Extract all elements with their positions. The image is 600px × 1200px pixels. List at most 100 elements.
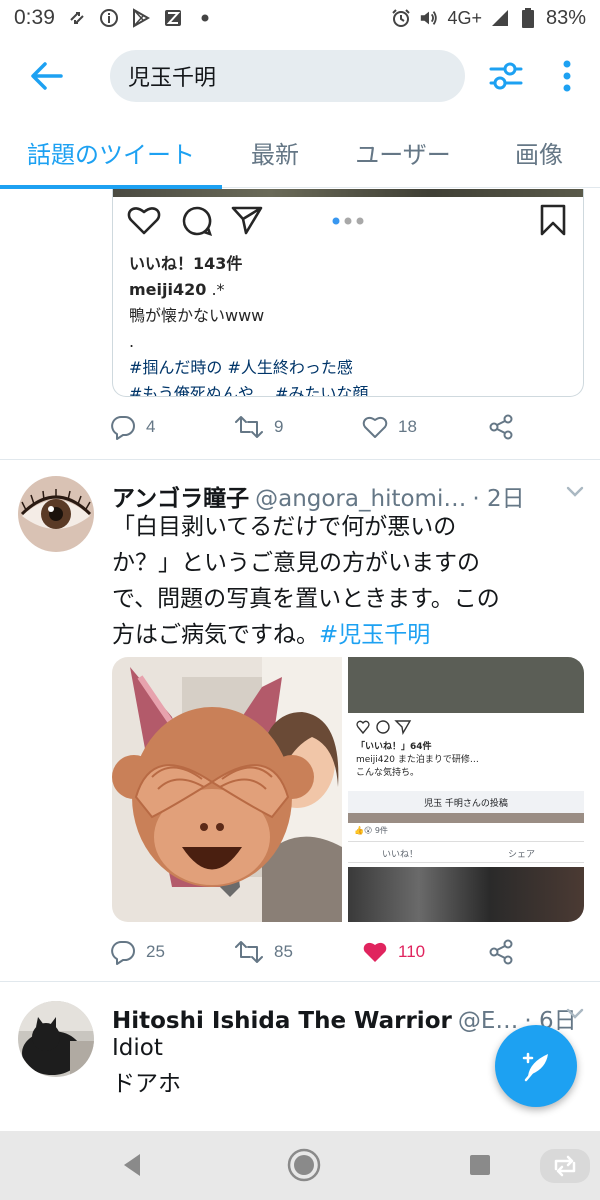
share-icon [489,414,513,440]
right-photo-caption1: meiji420 また泊まりで研修… [356,755,479,765]
reply-icon [111,941,135,965]
tweet-menu-button[interactable] [564,480,586,502]
tweet-time: · 2日 [472,486,525,512]
tweet-media[interactable]: 「いいね！」64件 meiji420 また泊まりで研修… こんな気持ち。 児玉 … [112,657,584,922]
instagram-username: meiji420 [129,280,207,299]
search-input[interactable]: 児玉千明 [110,50,465,102]
tweet-actions: 25 85 110 [110,936,590,968]
search-tabs: 話題のツイート 最新 ユーザー 画像 [0,116,600,189]
comment-icon [182,206,213,237]
like-button[interactable]: 18 [362,411,417,443]
like-button[interactable]: 110 [362,936,425,968]
tweet-text-line: で、問題の写真を置いときます。この [112,586,500,612]
battery-percent: 83% [545,6,586,29]
tab-top-tweets[interactable]: 話題のツイート [0,116,222,189]
tweet-divider [0,981,600,982]
more-notifications-dot-icon [195,8,215,28]
carousel-dots-icon [332,217,364,225]
search-header: 児玉千明 [0,36,600,116]
nav-rotate-button[interactable] [540,1149,590,1183]
tweet-text-line: 「白目剥いてるだけで何が悪いの [112,514,457,540]
play-store-icon [131,8,151,28]
right-photo-icons [356,720,412,735]
reply-icon [111,416,135,440]
right-photo-caption2: こんな気持ち。 [356,768,420,778]
instagram-likes: いいね！143件 [129,254,243,273]
avatar[interactable] [18,1001,94,1077]
retweet-icon [235,941,263,963]
instagram-embed-card[interactable]: いいね！143件 meiji420 .* 鴨が懐かないwww . #掴んだ時の … [112,189,584,397]
sync-icon [67,8,87,28]
share-button[interactable] [488,411,514,443]
reply-count: 4 [146,417,156,436]
status-bar: 0:39 4G+ 83% [0,0,600,36]
right-photo-fb-title: 児玉 千明さんの投稿 [424,798,508,809]
like-count: 18 [398,417,417,436]
tweet-header: アンゴラ瞳子 @angora_hitomi… · 2日 [112,479,525,513]
home-circle-icon [287,1148,321,1182]
instagram-username-suffix: .* [211,280,225,299]
compose-tweet-button[interactable] [495,1025,577,1107]
chevron-down-icon [566,486,584,497]
right-photo-reactions: 👍😮 9件 [354,826,388,835]
tweet-text-line: ドアホ [112,1071,181,1097]
right-photo-likes: 「いいね！」64件 [356,742,432,752]
vertical-ellipsis-icon [563,60,571,92]
tweet-menu-button[interactable] [564,1002,586,1024]
media-photo-left[interactable] [112,657,342,922]
instagram-caption: いいね！143件 meiji420 .* 鴨が懐かないwww . #掴んだ時の … [129,251,369,397]
app-notification-icon [163,8,183,28]
tweet-divider [0,459,600,460]
system-navigation-bar [0,1131,600,1200]
tweet-text-line: 方はご病気ですね。 [112,622,319,648]
retweet-button[interactable]: 85 [234,936,293,968]
media-photo-right[interactable]: 「いいね！」64件 meiji420 また泊まりで研修… こんな気持ち。 児玉 … [348,657,584,922]
author-name[interactable]: アンゴラ瞳子 [112,479,249,513]
reply-button[interactable]: 25 [110,936,165,968]
heart-outline-icon [127,207,161,235]
search-filter-button[interactable] [488,58,524,94]
tweet-feed[interactable]: いいね！143件 meiji420 .* 鴨が懐かないwww . #掴んだ時の … [0,189,600,1131]
hashtag-link[interactable]: #児玉千明 [319,622,430,648]
avatar-cat-image [18,1001,94,1077]
embed-photo-edge [113,189,583,197]
right-photo-ground [348,657,584,713]
reply-count: 25 [146,942,165,961]
compose-feather-icon [522,1052,548,1082]
share-button[interactable] [488,936,514,968]
battery-icon [518,8,538,28]
avatar-eye-image [18,476,94,552]
nav-back-button[interactable] [114,1147,150,1183]
nav-recents-button[interactable] [462,1147,498,1183]
send-icon [231,206,263,235]
instagram-tags-2: #もう俺死ぬんや… #みたいな顔 [129,384,369,397]
tab-users[interactable]: ユーザー [328,116,478,188]
tab-images[interactable]: 画像 [478,116,600,188]
recents-square-icon [470,1155,490,1175]
instagram-caption-text: 鴨が懐かないwww [129,306,265,325]
tweet-text-line: か？」というご意見の方がいますの [112,550,480,576]
volume-icon [419,8,439,28]
tab-latest[interactable]: 最新 [222,116,328,188]
avatar[interactable] [18,476,94,552]
right-photo-fb-header: 児玉 千明さんの投稿 [348,791,584,813]
reply-button[interactable]: 4 [110,411,155,443]
alarm-icon [391,8,411,28]
more-options-button[interactable] [552,56,582,96]
sliders-icon [489,62,523,90]
heart-filled-icon [363,942,387,962]
bookmark-icon [540,204,566,236]
retweet-icon [235,416,263,438]
retweet-button[interactable]: 9 [234,411,283,443]
back-button[interactable] [26,54,66,98]
nav-home-button[interactable] [286,1147,322,1183]
tweet-text-line: Idiot [112,1035,163,1061]
retweet-count: 85 [274,942,293,961]
info-icon [99,8,119,28]
retweet-count: 9 [274,417,284,436]
chevron-down-icon [566,1008,584,1019]
right-photo-share-btn: シェア [508,850,536,860]
signal-icon [490,8,510,28]
instagram-tags-1: #掴んだ時の #人生終わった感 [129,358,353,377]
right-photo-fb-image [348,813,584,823]
